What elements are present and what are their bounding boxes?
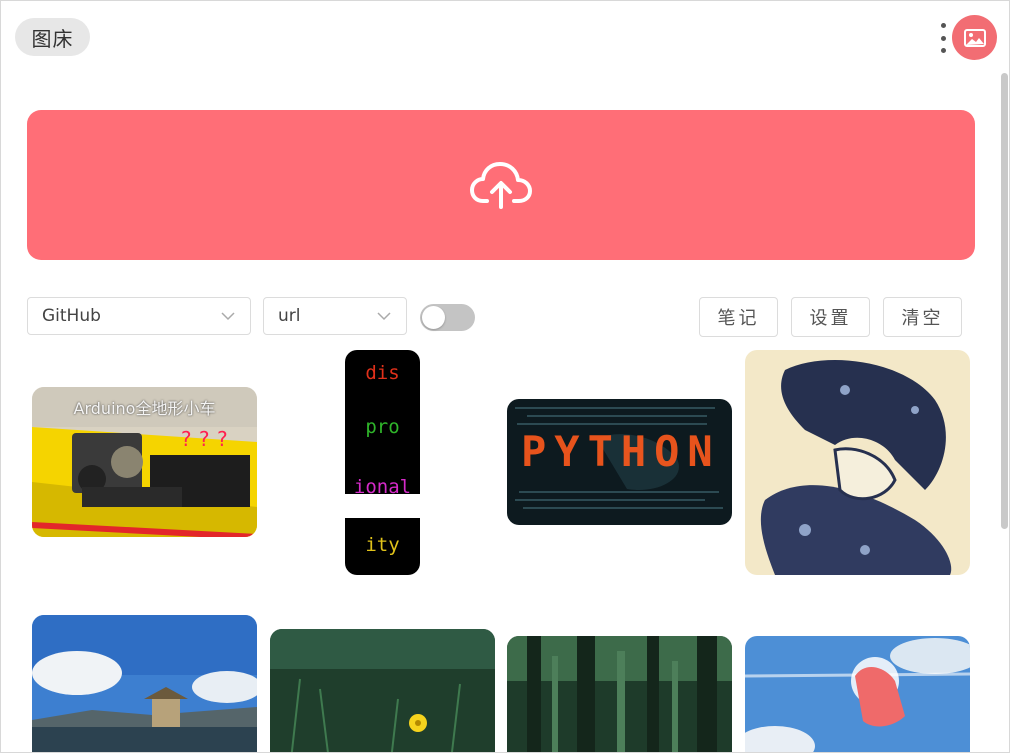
brand-label[interactable]: 图床 bbox=[15, 18, 90, 56]
format-select[interactable]: url bbox=[263, 297, 407, 335]
scrollbar[interactable] bbox=[1001, 73, 1008, 529]
gallery-image-sky-hand[interactable] bbox=[745, 636, 970, 752]
gallery-image-anime-sketch[interactable] bbox=[745, 350, 970, 575]
gallery-image-robot-car[interactable]: Arduino全地形小车 ??? bbox=[32, 387, 257, 537]
compress-toggle[interactable] bbox=[420, 304, 475, 331]
gallery-image-grass-flower[interactable] bbox=[270, 629, 495, 752]
storage-select-value: GitHub bbox=[42, 306, 101, 326]
chevron-down-icon bbox=[377, 312, 391, 321]
image-text-line: pro bbox=[365, 416, 400, 438]
avatar[interactable] bbox=[952, 15, 997, 60]
storage-select[interactable]: GitHub bbox=[27, 297, 251, 335]
cloud-upload-icon bbox=[470, 162, 532, 209]
settings-button[interactable]: 设置 bbox=[791, 297, 870, 337]
gallery-image-forest[interactable] bbox=[507, 636, 732, 752]
note-button[interactable]: 笔记 bbox=[699, 297, 778, 337]
gallery-image-handwriting[interactable]: dis pro ional ity bbox=[345, 350, 420, 575]
chevron-down-icon bbox=[221, 312, 235, 321]
image-icon bbox=[963, 28, 986, 47]
image-overlay-text: PYTHON bbox=[521, 427, 721, 476]
format-select-value: url bbox=[278, 306, 301, 326]
gallery-image-lake-pavilion[interactable] bbox=[32, 615, 257, 752]
clear-button[interactable]: 清空 bbox=[883, 297, 962, 337]
image-overlay-text: ??? bbox=[180, 427, 235, 451]
gallery-image-python[interactable]: PYTHON bbox=[507, 399, 732, 525]
more-vertical-icon[interactable] bbox=[935, 23, 951, 53]
image-text-line: ional bbox=[353, 476, 412, 498]
toggle-knob bbox=[422, 306, 445, 329]
image-caption: Arduino全地形小车 bbox=[73, 399, 216, 418]
image-text-line: ity bbox=[365, 534, 400, 556]
app-window: 图床 GitHub url 笔记 设置 清空 Arduino全地形小车 ??? … bbox=[0, 0, 1010, 753]
upload-dropzone[interactable] bbox=[27, 110, 975, 260]
image-text-line: dis bbox=[365, 362, 400, 384]
